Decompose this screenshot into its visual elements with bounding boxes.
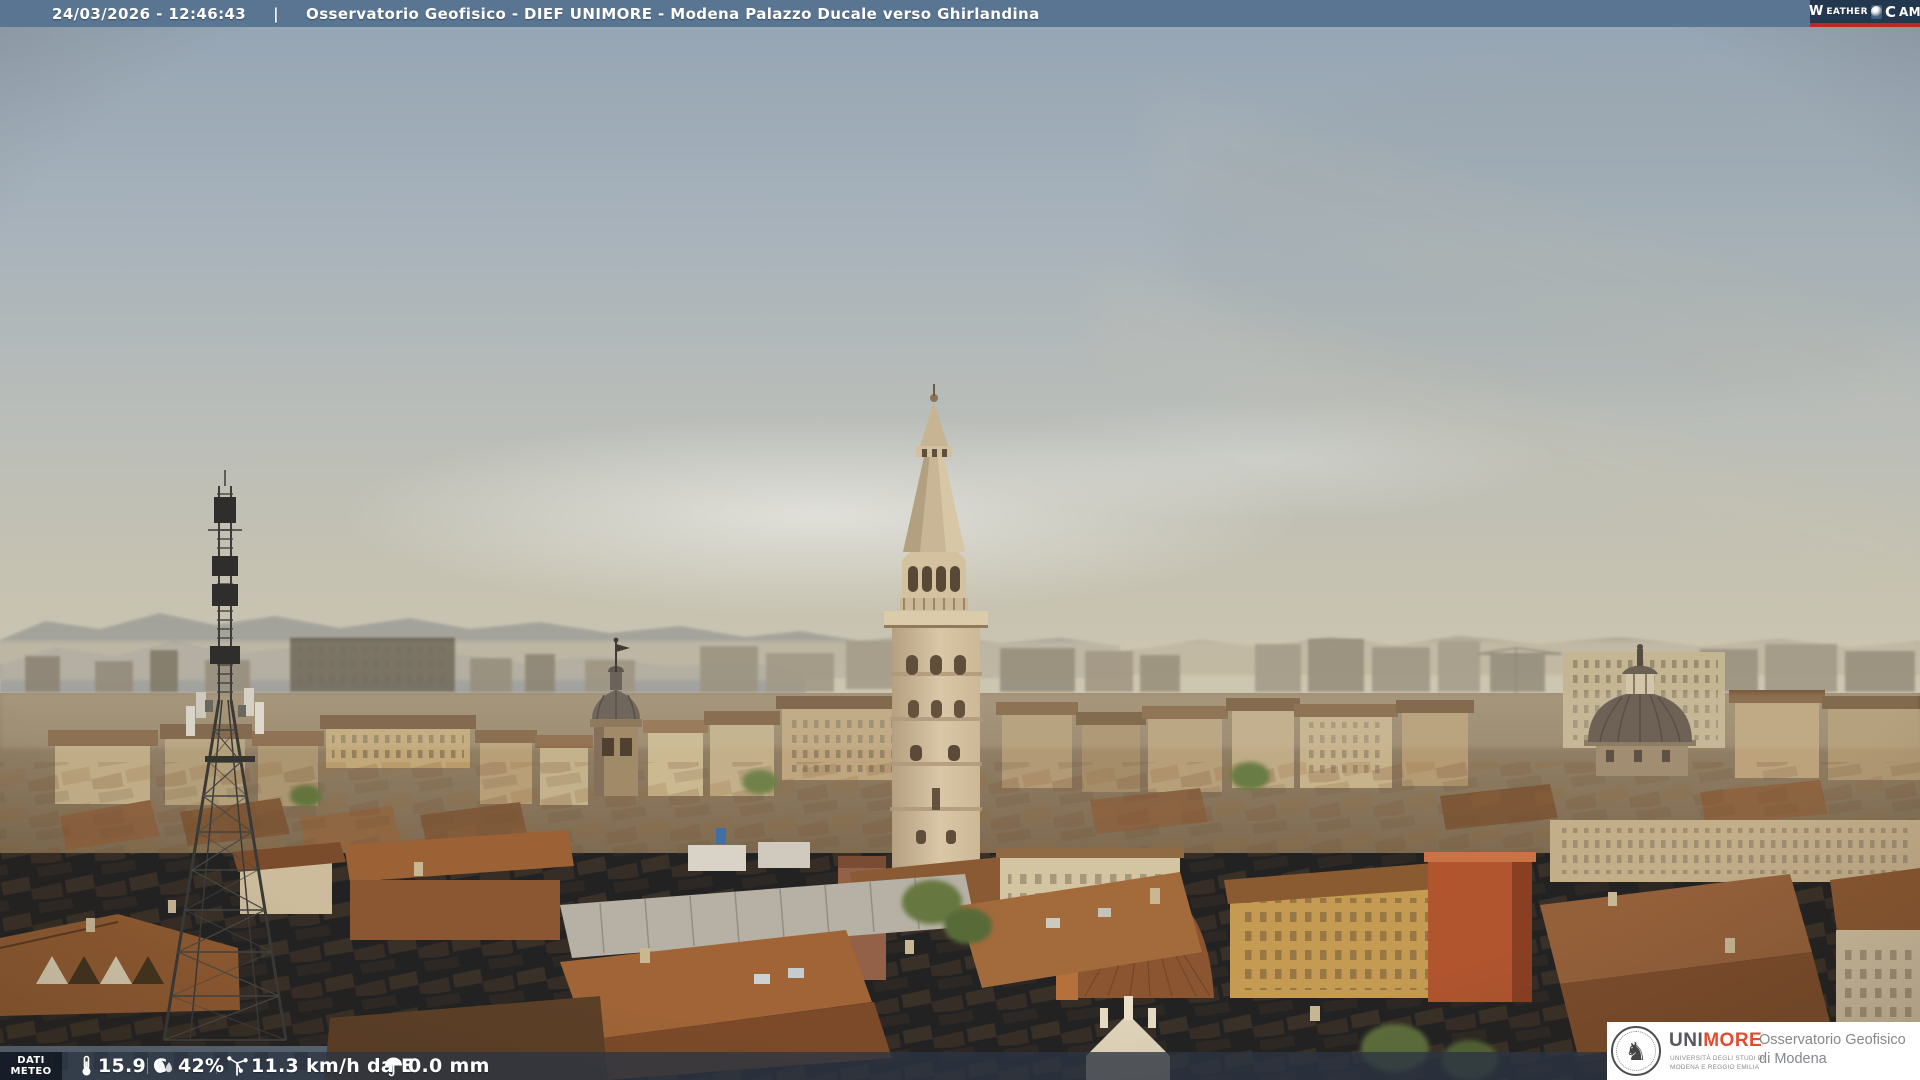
unimore-footer-logo: ♞ UNIMORE UNIVERSITÀ DEGLI STUDI DI MODE… [1607, 1022, 1920, 1080]
divider [147, 1058, 148, 1074]
camera-title: Osservatorio Geofisico - DIEF UNIMORE - … [306, 4, 1040, 23]
weathercam-logo: W EATHER C AM [1809, 0, 1920, 27]
timestamp: 24/03/2026 - 12:46:43 [52, 4, 247, 23]
umbrella-icon [385, 1057, 402, 1077]
university-seal-icon: ♞ [1611, 1026, 1661, 1076]
precipitation-value: 0.0 mm [408, 1055, 490, 1077]
camera-lens-icon [1870, 4, 1882, 19]
unimore-wordmark: UNIMORE [1669, 1030, 1763, 1051]
divider [216, 1058, 217, 1074]
unimore-subtitle: UNIVERSITÀ DEGLI STUDI DI MODENA E REGGI… [1670, 1055, 1765, 1071]
humidity-value: 42% [178, 1055, 225, 1077]
separator: | [273, 4, 280, 23]
vignette [0, 0, 1920, 1080]
top-info-bar: 24/03/2026 - 12:46:43 | Osservatorio Geo… [0, 0, 1920, 27]
observatory-name: Osservatorio Geofisico di Modena [1759, 1032, 1906, 1067]
weathercam-logo-text: W [1809, 4, 1824, 19]
dati-meteo-label: DATI METEO [0, 1052, 62, 1080]
webcam-frame: 24/03/2026 - 12:46:43 | Osservatorio Geo… [0, 0, 1920, 1080]
water-drops-icon [155, 1058, 172, 1073]
anemometer-icon [227, 1056, 248, 1076]
modena-cityscape-photo [0, 0, 1920, 1080]
thermometer-icon [82, 1055, 91, 1076]
